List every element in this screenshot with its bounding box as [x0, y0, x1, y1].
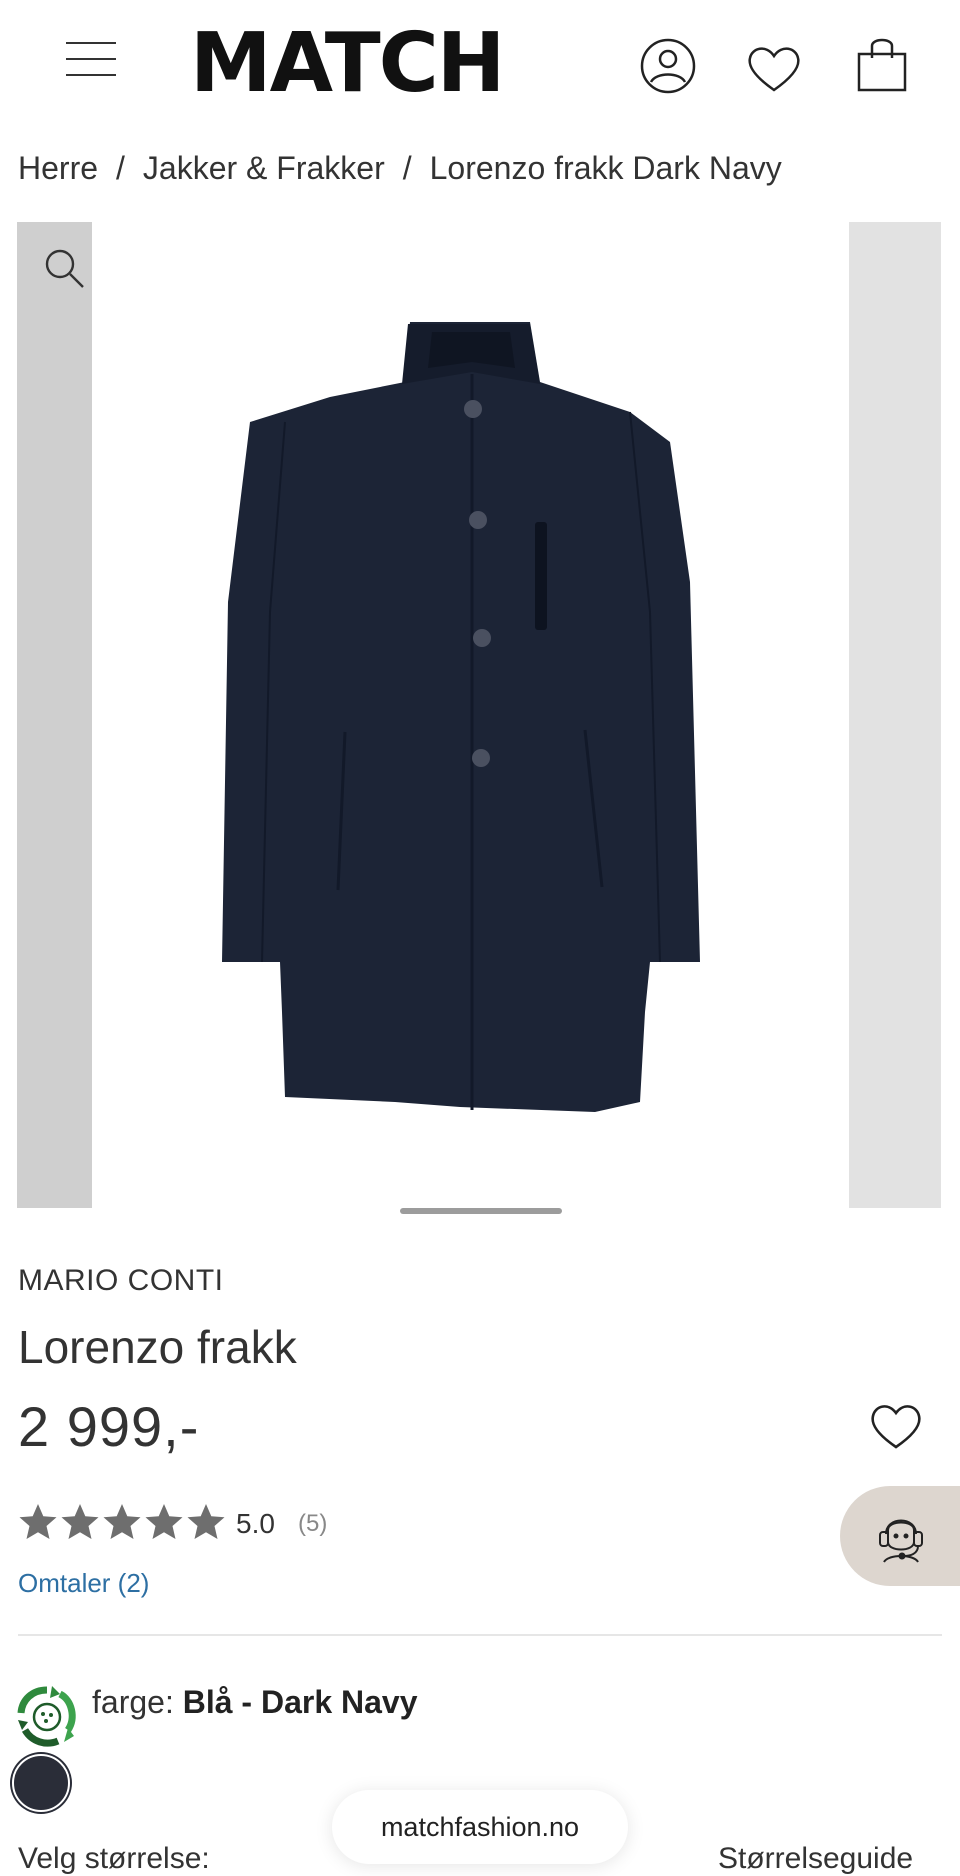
logo[interactable]: MATCH — [190, 22, 540, 106]
rating-value: 5.0 — [236, 1508, 275, 1539]
color-swatch-dark-navy[interactable] — [12, 1754, 70, 1812]
customer-support-button[interactable] — [840, 1486, 960, 1586]
product-brand[interactable]: MARIO CONTI — [18, 1264, 224, 1298]
color-name: Blå - Dark Navy — [182, 1684, 418, 1720]
rating-count: (5) — [298, 1510, 328, 1537]
size-select-label: Velg størrelse: — [18, 1842, 210, 1875]
star-icon — [187, 1504, 225, 1539]
reviews-link[interactable]: Omtaler (2) — [18, 1568, 149, 1599]
product-image[interactable] — [210, 312, 730, 1122]
recycle-icon — [16, 1686, 78, 1748]
url-text: matchfashion.no — [380, 1811, 580, 1842]
breadcrumb-separator: / — [402, 150, 412, 186]
breadcrumb-item-category[interactable]: Jakker & Frakker — [143, 150, 385, 187]
breadcrumb-item-herre[interactable]: Herre — [18, 150, 98, 187]
browser-url-bar[interactable]: matchfashion.no — [332, 1790, 628, 1864]
rating-stars — [18, 1502, 226, 1542]
breadcrumb-item-current: Lorenzo frakk Dark Navy — [429, 150, 782, 186]
breadcrumb-separator: / — [116, 150, 125, 186]
star-icon — [103, 1504, 141, 1539]
wishlist-icon[interactable] — [744, 38, 804, 98]
previous-image-slide[interactable] — [17, 222, 92, 1208]
gallery-scroll-indicator[interactable] — [400, 1208, 562, 1214]
product-price: 2 999,- — [18, 1395, 200, 1458]
shopping-bag-icon[interactable] — [852, 34, 912, 94]
color-label: farge: Blå - Dark Navy — [92, 1684, 418, 1721]
breadcrumb: Herre / Jakker & Frakker / Lorenzo frakk… — [18, 150, 782, 187]
menu-button[interactable] — [66, 38, 118, 82]
star-icon — [19, 1504, 57, 1539]
star-icon — [61, 1504, 99, 1539]
account-icon[interactable] — [638, 36, 698, 96]
color-label-prefix: farge: — [92, 1684, 174, 1720]
size-guide-link[interactable]: Størrelseguide — [718, 1842, 913, 1876]
star-icon — [145, 1504, 183, 1539]
section-divider — [18, 1634, 942, 1636]
add-to-wishlist-heart-icon[interactable] — [868, 1400, 924, 1452]
zoom-icon[interactable] — [44, 248, 86, 290]
headset-agent-icon — [879, 1519, 923, 1563]
next-image-slide[interactable] — [849, 222, 941, 1208]
product-title: Lorenzo frakk — [18, 1321, 297, 1373]
